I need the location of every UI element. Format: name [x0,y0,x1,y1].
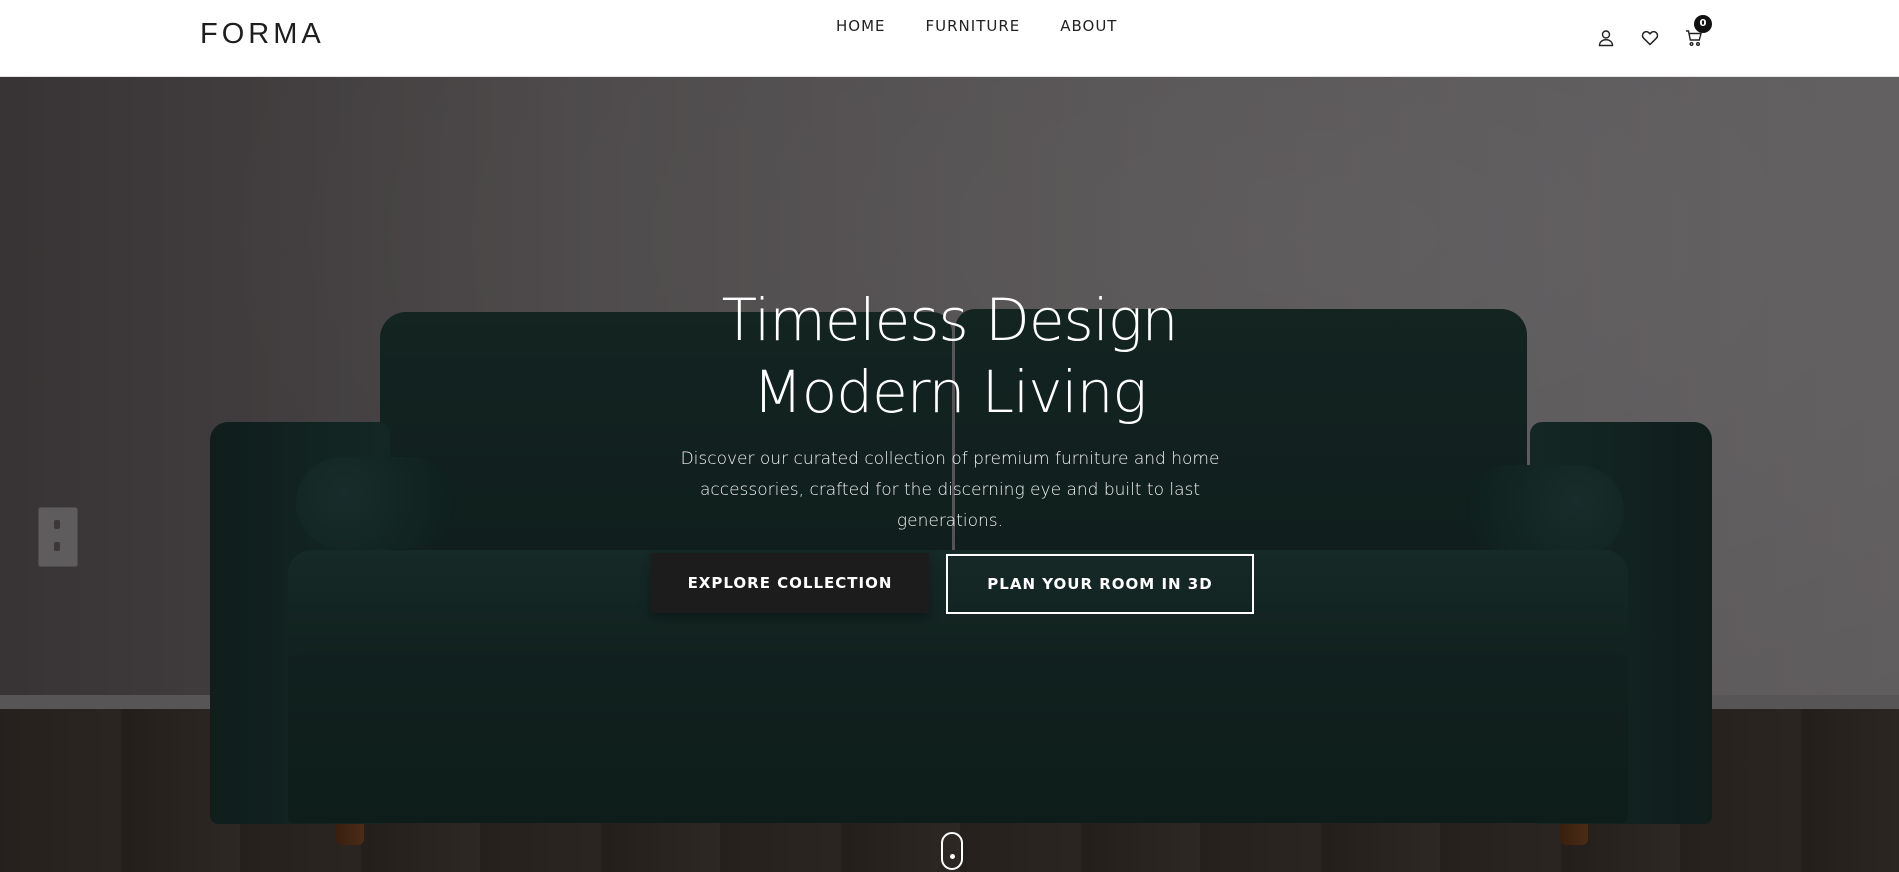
heart-icon[interactable] [1640,28,1660,48]
nav-link-about[interactable]: ABOUT [1060,17,1117,35]
nav-link-home[interactable]: HOME [836,17,886,35]
site-header: FORMA HOME FURNITURE ABOUT 0 [0,0,1899,77]
hero-subtitle: Discover our curated collection of premi… [680,449,1220,531]
hero-title: Timeless Design Modern Living [0,284,1899,428]
scroll-down-indicator[interactable] [941,832,963,870]
nav-link-furniture[interactable]: FURNITURE [926,17,1021,35]
hero-section: Timeless Design Modern Living Discover o… [0,77,1899,872]
logo[interactable]: FORMA [200,18,325,51]
header-icons: 0 [1596,15,1728,48]
scroll-dot [950,854,955,859]
main-nav: HOME FURNITURE ABOUT [836,17,1157,35]
user-icon[interactable] [1596,28,1616,48]
plan-room-3d-button[interactable]: PLAN YOUR ROOM IN 3D [946,554,1254,614]
cart-icon[interactable]: 0 [1684,15,1712,48]
explore-collection-button[interactable]: EXPLORE COLLECTION [651,553,929,613]
hero-title-line2: Modern Living [752,358,1147,426]
cart-count-badge: 0 [1694,15,1712,33]
hero-title-line1: Timeless Design [721,286,1179,354]
